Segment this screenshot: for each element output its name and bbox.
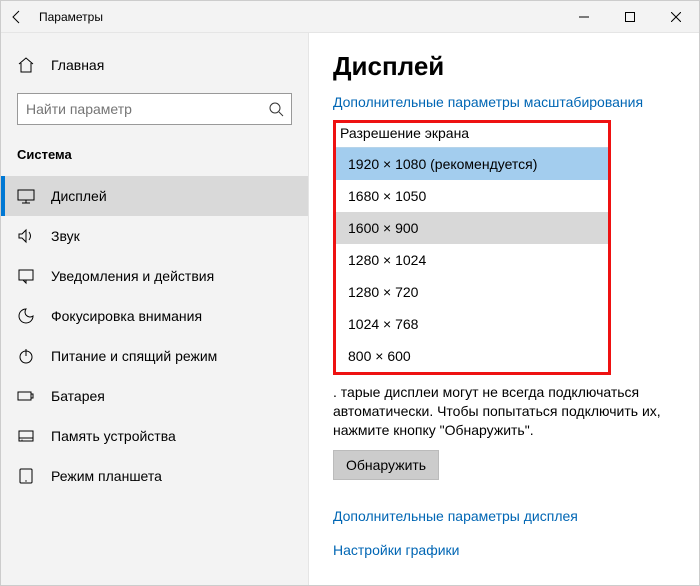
advanced-scaling-link[interactable]: Дополнительные параметры масштабирования [333, 94, 675, 110]
sidebar-nav: Дисплей Звук Уведомления и действия Фокусир… [1, 176, 308, 496]
search-box[interactable] [17, 93, 292, 125]
settings-window: Параметры Главная [0, 0, 700, 586]
sidebar-home[interactable]: Главная [1, 45, 308, 85]
home-icon [17, 56, 35, 74]
sidebar-item-label: Дисплей [51, 188, 107, 204]
resolution-option[interactable]: 1600 × 900 [336, 212, 608, 244]
search-input[interactable] [18, 101, 261, 117]
resolution-label: Разрешение экрана [336, 123, 608, 147]
minimize-button[interactable] [561, 1, 607, 33]
focus-icon [17, 307, 35, 325]
maximize-button[interactable] [607, 1, 653, 33]
sidebar-item-1[interactable]: Звук [1, 216, 308, 256]
sidebar-home-label: Главная [51, 57, 104, 73]
notifications-icon [17, 267, 35, 285]
content-area: Дисплей Дополнительные параметры масштаб… [309, 33, 699, 585]
window-title: Параметры [39, 10, 561, 24]
advanced-display-link[interactable]: Дополнительные параметры дисплея [333, 508, 675, 524]
tablet-icon [17, 467, 35, 485]
resolution-dropdown-list[interactable]: 1920 × 1080 (рекомендуется)1680 × 105016… [336, 147, 608, 372]
power-icon [17, 347, 35, 365]
sidebar-item-4[interactable]: Питание и спящий режим [1, 336, 308, 376]
resolution-option[interactable]: 1280 × 720 [336, 276, 608, 308]
detect-description: . тарые дисплеи могут не всегда подключа… [333, 383, 663, 440]
sidebar: Главная Система Дисплей Звук Уведомления и… [1, 33, 309, 585]
graphics-settings-link[interactable]: Настройки графики [333, 542, 675, 558]
sidebar-item-3[interactable]: Фокусировка внимания [1, 296, 308, 336]
search-container [1, 93, 308, 125]
sidebar-section-title: Система [1, 147, 308, 162]
page-title: Дисплей [333, 51, 675, 82]
titlebar: Параметры [1, 1, 699, 33]
resolution-option[interactable]: 1920 × 1080 (рекомендуется) [336, 148, 608, 180]
storage-icon [17, 427, 35, 445]
resolution-dropdown-highlight: Разрешение экрана 1920 × 1080 (рекоменду… [333, 120, 611, 375]
display-icon [17, 187, 35, 205]
window-body: Главная Система Дисплей Звук Уведомления и… [1, 33, 699, 585]
search-icon [261, 101, 291, 117]
sound-icon [17, 227, 35, 245]
sidebar-item-7[interactable]: Режим планшета [1, 456, 308, 496]
detect-button[interactable]: Обнаружить [333, 450, 439, 480]
resolution-option[interactable]: 1024 × 768 [336, 308, 608, 340]
resolution-option[interactable]: 1280 × 1024 [336, 244, 608, 276]
sidebar-item-label: Фокусировка внимания [51, 308, 202, 324]
sidebar-item-label: Память устройства [51, 428, 176, 444]
sidebar-item-label: Питание и спящий режим [51, 348, 217, 364]
battery-icon [17, 387, 35, 405]
sidebar-item-label: Режим планшета [51, 468, 162, 484]
sidebar-item-label: Уведомления и действия [51, 268, 214, 284]
close-button[interactable] [653, 1, 699, 33]
resolution-option[interactable]: 1680 × 1050 [336, 180, 608, 212]
sidebar-item-label: Батарея [51, 388, 105, 404]
back-button[interactable] [1, 9, 33, 25]
sidebar-item-6[interactable]: Память устройства [1, 416, 308, 456]
sidebar-item-label: Звук [51, 228, 80, 244]
sidebar-item-0[interactable]: Дисплей [1, 176, 308, 216]
resolution-option[interactable]: 800 × 600 [336, 340, 608, 372]
window-controls [561, 1, 699, 33]
sidebar-item-2[interactable]: Уведомления и действия [1, 256, 308, 296]
sidebar-item-5[interactable]: Батарея [1, 376, 308, 416]
